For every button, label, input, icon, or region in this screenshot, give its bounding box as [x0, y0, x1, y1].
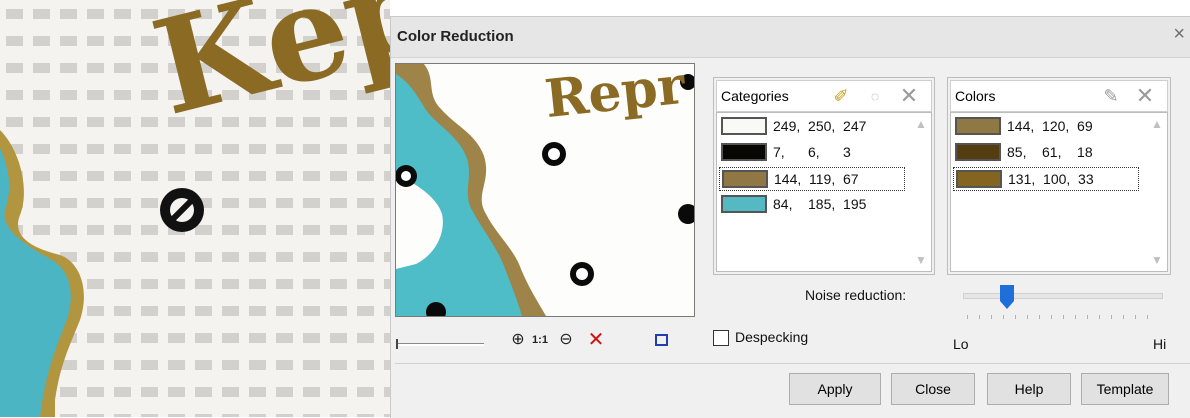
checkbox-box[interactable] [713, 330, 729, 346]
eyedropper-icon[interactable]: ✎ [1099, 84, 1123, 108]
slider-thumb[interactable] [1000, 285, 1014, 309]
noise-reduction-label: Noise reduction: [805, 287, 907, 303]
scroll-down-icon[interactable]: ▼ [915, 253, 927, 267]
despeckling-checkbox[interactable]: Despecking [713, 328, 853, 350]
category-row[interactable]: 7, 6, 3 [719, 141, 905, 165]
scroll-down-icon[interactable]: ▼ [1151, 253, 1163, 267]
color-swatch [956, 170, 1002, 188]
colors-list[interactable]: 144, 120, 69 85, 61, 18 131, 100, 33 ▲ ▼ [950, 112, 1168, 272]
delete-icon[interactable]: ✕ [585, 329, 607, 351]
category-value: 84, 185, 195 [773, 196, 867, 212]
slider-track [963, 293, 1163, 299]
preview-pane[interactable]: Repr [395, 63, 695, 317]
color-swatch [955, 143, 1001, 161]
zoom-slider[interactable] [396, 339, 484, 349]
color-reduction-dialog: Color Reduction × Repr ⊕ 1:1 ⊖ ✕ Categor… [390, 16, 1190, 418]
help-button[interactable]: Help [987, 373, 1071, 405]
color-value: 131, 100, 33 [1008, 171, 1094, 187]
lasso-icon[interactable]: ◌ [863, 84, 887, 108]
color-value: 144, 120, 69 [1007, 118, 1093, 134]
categories-header: Categories ✐ ◌ ✕ [716, 80, 932, 112]
remove-category-icon[interactable]: ✕ [897, 84, 921, 108]
apply-button[interactable]: Apply [789, 373, 881, 405]
colors-header: Colors ✎ ✕ [950, 80, 1168, 112]
color-swatch [721, 195, 767, 213]
title-bar: Color Reduction × [391, 17, 1190, 58]
close-button[interactable]: Close [891, 373, 975, 405]
zoom-in-icon[interactable]: ⊕ [507, 329, 529, 351]
scroll-up-icon[interactable]: ▲ [915, 117, 927, 131]
colors-scrollbar[interactable]: ▲ ▼ [1147, 113, 1167, 271]
noise-lo-label: Lo [953, 336, 969, 352]
template-button[interactable]: Template [1081, 373, 1169, 405]
eyedropper-color-icon[interactable]: ✐ [829, 84, 853, 108]
category-value: 7, 6, 3 [773, 144, 851, 160]
noise-reduction-slider[interactable] [963, 285, 1163, 331]
categories-label: Categories [721, 88, 789, 104]
categories-list[interactable]: 249, 250, 247 7, 6, 3 144, 119, 67 84, 1… [716, 112, 932, 272]
slider-ticks [967, 315, 1157, 319]
colors-panel: Colors ✎ ✕ 144, 120, 69 85, 61, 18 131, … [947, 77, 1171, 275]
button-separator [395, 363, 1190, 364]
color-swatch [955, 117, 1001, 135]
category-row[interactable]: 84, 185, 195 [719, 193, 905, 217]
color-value: 85, 61, 18 [1007, 144, 1093, 160]
fit-window-icon[interactable] [651, 329, 673, 351]
noise-hi-label: Hi [1153, 336, 1167, 352]
color-row[interactable]: 144, 120, 69 [953, 115, 1139, 139]
actual-size-button[interactable]: 1:1 [529, 329, 551, 351]
scroll-up-icon[interactable]: ▲ [1151, 117, 1163, 131]
dialog-title: Color Reduction [397, 28, 514, 45]
category-row-selected[interactable]: 144, 119, 67 [719, 167, 905, 191]
zoom-out-icon[interactable]: ⊖ [555, 329, 577, 351]
category-value: 249, 250, 247 [773, 118, 867, 134]
color-swatch [721, 117, 767, 135]
remove-color-icon[interactable]: ✕ [1133, 84, 1157, 108]
colors-label: Colors [955, 88, 996, 104]
close-icon[interactable]: × [1173, 23, 1185, 46]
color-row[interactable]: 85, 61, 18 [953, 141, 1139, 165]
category-row[interactable]: 249, 250, 247 [719, 115, 905, 139]
despeckling-label: Despecking [735, 329, 809, 345]
category-value: 144, 119, 67 [774, 171, 859, 187]
color-swatch [722, 170, 768, 188]
scanned-map-image: Kep [0, 0, 390, 417]
color-row-selected[interactable]: 131, 100, 33 [953, 167, 1139, 191]
categories-scrollbar[interactable]: ▲ ▼ [911, 113, 931, 271]
color-swatch [721, 143, 767, 161]
categories-panel: Categories ✐ ◌ ✕ 249, 250, 247 7, 6, 3 1… [713, 77, 935, 275]
